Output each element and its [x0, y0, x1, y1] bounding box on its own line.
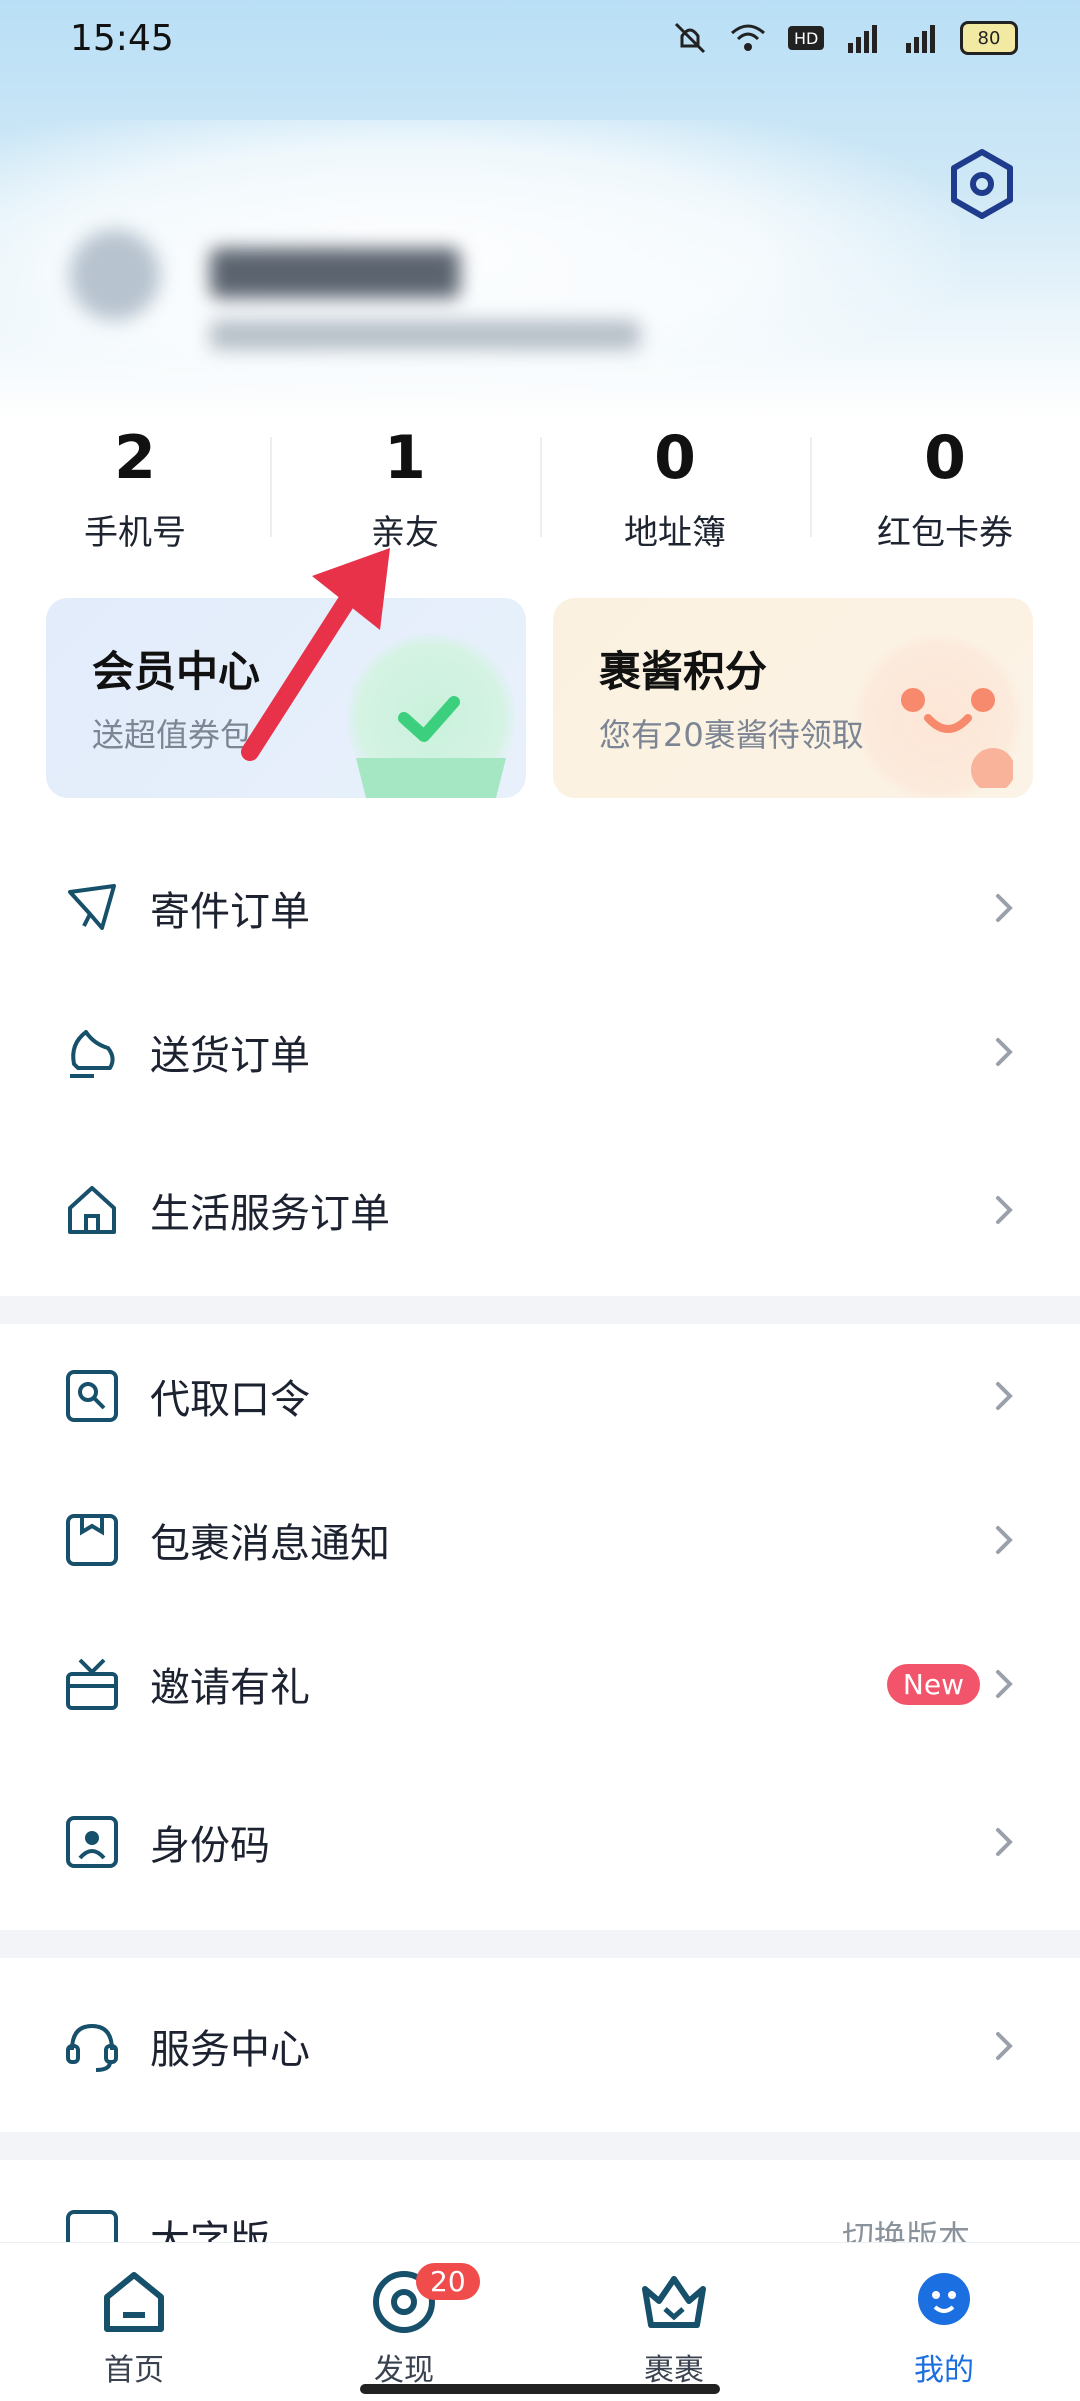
menu-label: 送货订单 — [150, 1033, 310, 1079]
delivery-icon — [70, 1030, 115, 1078]
paper-plane-icon — [68, 884, 116, 930]
menu-label: 包裹消息通知 — [150, 1521, 390, 1567]
chevron-right-icon — [996, 1038, 1013, 1066]
member-center-title: 会员中心 — [92, 647, 261, 696]
stat-label: 地址簿 — [624, 513, 726, 553]
crown-tab-icon — [642, 2276, 706, 2328]
headset-icon — [66, 2023, 118, 2072]
chevron-right-icon — [996, 2032, 1013, 2060]
bottom-tab-bar: 首页 20 发现 裹裹 我的 — [0, 2242, 1080, 2401]
menu-label: 寄件订单 — [150, 889, 310, 935]
chevron-right-icon — [996, 894, 1013, 922]
tab-parcels[interactable]: 裹裹 — [594, 2267, 754, 2389]
home-icon — [68, 1186, 116, 1234]
menu-parcel-notification[interactable]: 包裹消息通知 — [0, 1470, 1080, 1610]
stat-address-book[interactable]: 0 地址簿 — [540, 425, 810, 555]
stat-value: 2 — [114, 423, 156, 493]
gift-icon — [66, 1658, 118, 1710]
tab-label: 首页 — [104, 2353, 164, 2388]
menu-label: 代取口令 — [150, 1377, 310, 1423]
check-icon — [398, 696, 460, 742]
profile-info-blurred[interactable] — [70, 230, 690, 370]
chevron-right-icon — [996, 1670, 1013, 1698]
stats-row: 2 手机号 1 亲友 0 地址簿 0 红包卡券 — [0, 425, 1080, 555]
key-card-icon — [66, 1370, 118, 1422]
stat-value: 1 — [384, 423, 426, 493]
menu-delivery-orders[interactable]: 送货订单 — [0, 982, 1080, 1122]
section-divider — [0, 1296, 1080, 1324]
menu-version[interactable]: 大字版 切换版本 — [0, 2178, 1080, 2242]
section-divider — [0, 1930, 1080, 1958]
stat-phone[interactable]: 2 手机号 — [0, 425, 270, 555]
chevron-right-icon — [996, 1828, 1013, 1856]
mute-icon — [674, 22, 706, 54]
new-badge: New — [886, 1663, 980, 1705]
menu-id-code[interactable]: 身份码 — [0, 1772, 1080, 1912]
menu-label: 邀请有礼 — [150, 1665, 310, 1711]
menu-label: 身份码 — [150, 1823, 270, 1869]
menu-label: 生活服务订单 — [150, 1191, 390, 1237]
chevron-right-icon — [996, 1526, 1013, 1554]
status-icons: HD 80 — [670, 20, 1018, 56]
tab-discover[interactable]: 20 发现 — [324, 2263, 484, 2389]
home-tab-icon — [104, 2272, 164, 2332]
points-desc: 您有20裹酱待领取 — [599, 716, 864, 754]
signal-icon-2 — [906, 25, 935, 53]
smiley-icon — [901, 688, 1013, 788]
chevron-right-icon — [996, 1196, 1013, 1224]
battery-icon: 80 — [960, 21, 1018, 55]
stat-label: 亲友 — [371, 513, 439, 553]
mine-tab-icon — [918, 2273, 970, 2325]
tab-home[interactable]: 首页 — [54, 2267, 214, 2389]
points-card[interactable]: 裹酱积分 您有20裹酱待领取 — [553, 598, 1033, 798]
stat-value: 0 — [654, 423, 696, 493]
points-title: 裹酱积分 — [599, 647, 768, 696]
menu-life-service-orders[interactable]: 生活服务订单 — [0, 1140, 1080, 1280]
stat-label: 手机号 — [84, 513, 186, 553]
discover-badge: 20 — [416, 2263, 480, 2300]
menu-label: 服务中心 — [150, 2027, 310, 2073]
menu-service-center[interactable]: 服务中心 — [0, 1976, 1080, 2116]
tab-label: 我的 — [914, 2353, 974, 2388]
menu-pickup-code[interactable]: 代取口令 — [0, 1326, 1080, 1466]
version-icon — [66, 2210, 118, 2242]
svg-text:HD: HD — [794, 29, 818, 48]
menu-ship-orders[interactable]: 寄件订单 — [0, 838, 1080, 978]
stat-label: 红包卡券 — [877, 513, 1013, 553]
signal-icon — [848, 25, 877, 53]
chevron-right-icon — [996, 1382, 1013, 1410]
tab-label: 裹裹 — [644, 2353, 704, 2388]
member-center-desc: 送超值券包 — [92, 716, 253, 754]
bookmark-box-icon — [66, 1514, 118, 1566]
hd-icon: HD — [788, 26, 824, 50]
section-divider — [0, 2132, 1080, 2160]
user-subtitle-blurred — [210, 320, 640, 350]
wifi-icon — [731, 24, 765, 51]
member-center-card[interactable]: 会员中心 送超值券包 — [46, 598, 526, 798]
tab-label: 发现 — [374, 2353, 434, 2388]
stat-value: 0 — [924, 423, 966, 493]
status-time: 15:45 — [70, 18, 174, 59]
stat-relatives[interactable]: 1 亲友 — [270, 425, 540, 555]
user-name-blurred — [210, 248, 460, 298]
status-bar: 15:45 HD 80 — [0, 0, 1080, 80]
settings-icon[interactable] — [946, 148, 1018, 220]
avatar — [70, 230, 160, 320]
ribbon-shape — [356, 758, 506, 798]
menu-label: 大字版 — [150, 2218, 270, 2242]
home-indicator — [360, 2384, 720, 2394]
tab-mine[interactable]: 我的 — [864, 2267, 1024, 2389]
id-badge-icon — [66, 1816, 118, 1868]
version-switch-text: 切换版本 — [841, 2218, 970, 2242]
stat-coupons[interactable]: 0 红包卡券 — [810, 425, 1080, 555]
menu-invite[interactable]: 邀请有礼 New — [0, 1614, 1080, 1754]
